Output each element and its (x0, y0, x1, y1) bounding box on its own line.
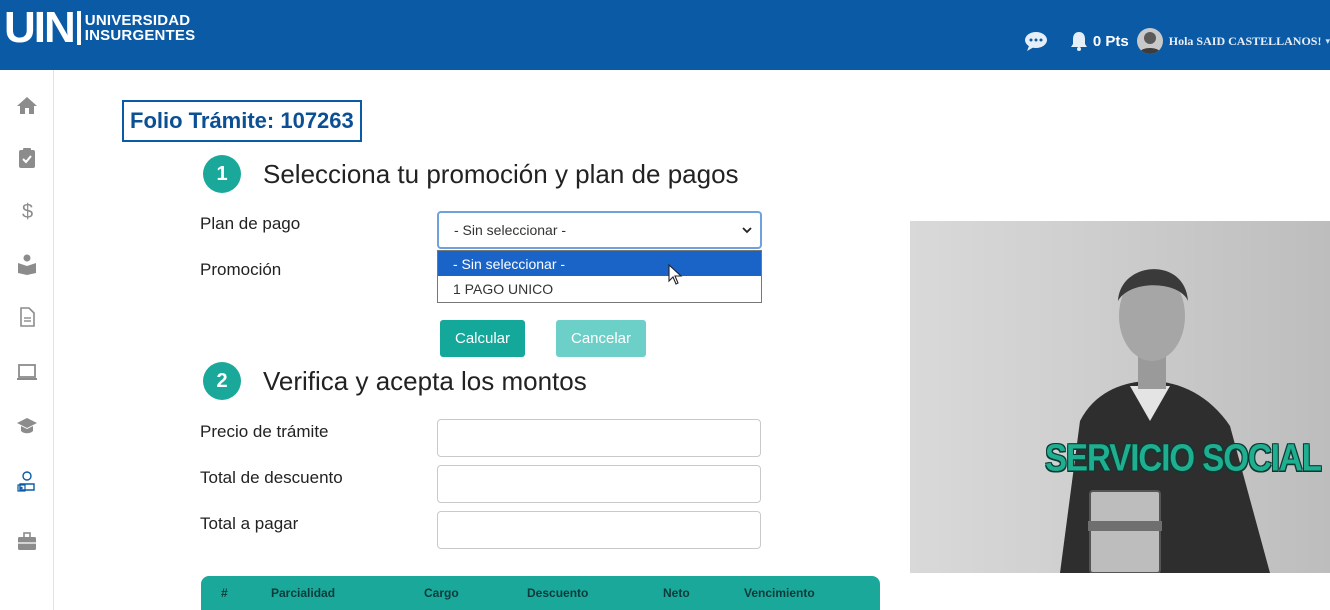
plan-select-value: - Sin seleccionar - (454, 222, 567, 238)
logo-mark: UIN (4, 3, 76, 52)
discount-field[interactable] (437, 465, 761, 503)
step-1-number: 1 (203, 155, 241, 193)
step-1-header: 1 Selecciona tu promoción y plan de pago… (203, 155, 739, 193)
avatar[interactable] (1136, 28, 1163, 54)
sidebar-item-social-service[interactable] (12, 466, 42, 496)
caret-down-icon[interactable]: ▾ (1325, 36, 1330, 47)
logo-text: UNIVERSIDAD INSURGENTES (85, 13, 196, 43)
plan-select[interactable]: - Sin seleccionar - (437, 211, 762, 249)
plan-option-single-payment[interactable]: 1 PAGO UNICO (438, 276, 761, 301)
sidebar-item-online[interactable] (12, 357, 42, 387)
column-header-installment: Parcialidad (271, 586, 336, 600)
bell-icon[interactable] (1070, 31, 1088, 51)
mouse-cursor-icon (668, 264, 683, 285)
chevron-down-icon (742, 227, 752, 234)
column-header-net: Neto (663, 586, 690, 600)
column-header-due-date: Vencimiento (744, 586, 815, 600)
sidebar-item-payments[interactable]: $ (12, 196, 42, 226)
discount-label: Total de descuento (200, 468, 343, 487)
column-header-charge: Cargo (424, 586, 459, 600)
sidebar-item-graduation[interactable] (12, 411, 42, 441)
step-2-title: Verifica y acepta los montos (263, 365, 587, 396)
reader-icon (18, 254, 36, 275)
sidebar-item-home[interactable] (12, 90, 42, 120)
total-label: Total a pagar (200, 514, 299, 533)
user-greeting[interactable]: Hola SAID CASTELLANOS! (1169, 34, 1322, 49)
promo-banner-text: SERVICIO SOCIAL (1045, 436, 1322, 479)
plan-label: Plan de pago (200, 214, 301, 233)
plan-options-list: - Sin seleccionar - 1 PAGO UNICO (437, 250, 762, 303)
chat-icon[interactable] (1024, 31, 1048, 51)
svg-text:$: $ (22, 201, 33, 222)
university-logo[interactable]: UIN UNIVERSIDAD INSURGENTES (4, 3, 196, 52)
graduation-cap-icon (17, 418, 37, 434)
sidebar: $ (0, 70, 54, 610)
promo-banner-image: SERVICIO SOCIAL (910, 221, 1330, 573)
header-user-area: 0 Pts Hola SAID CASTELLANOS! ▾ (1024, 28, 1330, 54)
price-field[interactable] (437, 419, 761, 457)
price-label: Precio de trámite (200, 422, 329, 441)
service-person-icon (17, 471, 35, 492)
column-header-number: # (221, 586, 228, 600)
briefcase-icon (18, 532, 36, 550)
laptop-icon (17, 364, 37, 380)
calculate-button[interactable]: Calcular (440, 320, 525, 357)
step-2-number: 2 (203, 362, 241, 400)
step-2-header: 2 Verifica y acepta los montos (203, 362, 587, 400)
installments-table-header: # Parcialidad Cargo Descuento Neto Venci… (201, 576, 880, 610)
logo-divider (76, 11, 81, 45)
promo-label: Promoción (200, 260, 282, 279)
step-1-title: Selecciona tu promoción y plan de pagos (263, 158, 739, 189)
dollar-icon: $ (22, 201, 33, 222)
sidebar-item-documents[interactable] (12, 302, 42, 332)
document-icon (20, 307, 35, 327)
logo-line-2: INSURGENTES (84, 27, 196, 44)
logo-line-1: UNIVERSIDAD (84, 12, 191, 29)
home-icon (17, 97, 37, 114)
points-counter[interactable]: 0 Pts (1093, 33, 1129, 50)
student-photo (1060, 269, 1270, 573)
user-avatar-icon (1138, 32, 1161, 54)
clipboard-check-icon (19, 148, 35, 168)
cancel-button[interactable]: Cancelar (556, 320, 646, 357)
sidebar-item-tasks[interactable] (12, 143, 42, 173)
top-navbar: UIN UNIVERSIDAD INSURGENTES 0 Pts Hola S… (0, 0, 1330, 70)
sidebar-item-jobs[interactable] (12, 526, 42, 556)
total-field[interactable] (437, 511, 761, 549)
page-title: Folio Trámite: 107263 (122, 100, 362, 142)
sidebar-item-courses[interactable] (12, 249, 42, 279)
plan-option-none[interactable]: - Sin seleccionar - (438, 251, 761, 276)
column-header-discount: Descuento (527, 586, 589, 600)
